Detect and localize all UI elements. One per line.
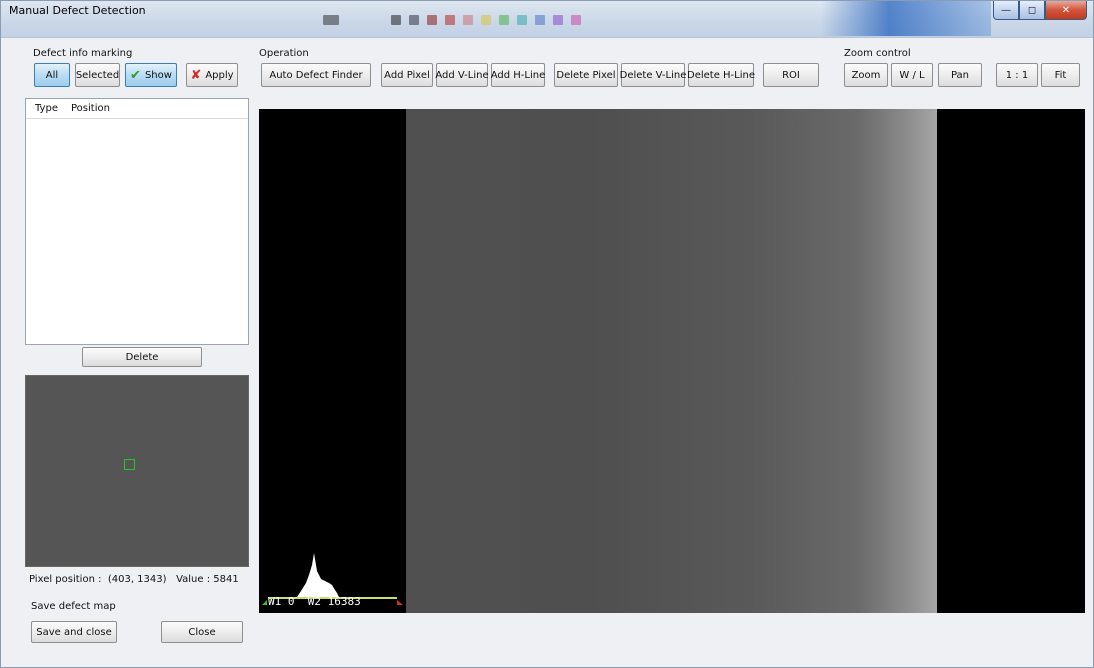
maximize-icon: ◻ <box>1027 4 1037 16</box>
selected-button-label: Selected <box>75 69 120 81</box>
main-window: Manual Defect Detection — ◻ ✕ Defect inf… <box>0 0 1094 668</box>
delete-vline-label: Delete V-Line <box>619 69 687 81</box>
roi-button[interactable]: ROI <box>763 63 819 87</box>
taskbar-decoration <box>553 15 563 25</box>
close-button-label: Close <box>188 626 216 638</box>
fit-label: Fit <box>1054 69 1067 81</box>
title-bar: Manual Defect Detection — ◻ ✕ <box>1 1 1093 38</box>
taskbar-decoration <box>571 15 581 25</box>
minimize-icon: — <box>1001 4 1011 16</box>
image-viewer[interactable]: W1 0 W2 16383 <box>259 109 1085 613</box>
roi-label: ROI <box>782 69 800 81</box>
add-pixel-button[interactable]: Add Pixel <box>381 63 433 87</box>
delete-vline-button[interactable]: Delete V-Line <box>619 63 687 87</box>
pixel-position-label: Pixel position : <box>29 574 102 585</box>
detector-image[interactable] <box>406 109 937 613</box>
taskbar-decoration <box>323 15 339 25</box>
zoom-label: Zoom <box>851 69 881 81</box>
pixel-value-label: Value : <box>176 574 211 585</box>
histogram-curve <box>297 553 339 597</box>
delete-pixel-label: Delete Pixel <box>556 69 616 81</box>
close-button[interactable]: Close <box>161 621 243 643</box>
taskbar-decoration <box>517 15 527 25</box>
taskbar-decoration <box>391 15 401 25</box>
show-button-label: Show <box>144 69 172 81</box>
taskbar-decoration <box>535 15 545 25</box>
add-hline-label: Add H-Line <box>490 69 546 81</box>
pan-button[interactable]: Pan <box>938 63 982 87</box>
one-to-one-label: 1 : 1 <box>1005 69 1029 81</box>
taskbar-decoration <box>445 15 455 25</box>
taskbar-decoration <box>463 15 473 25</box>
fit-button[interactable]: Fit <box>1041 63 1080 87</box>
all-button[interactable]: All <box>34 63 70 87</box>
defect-list[interactable]: Type Position <box>25 98 249 345</box>
minimize-button[interactable]: — <box>993 1 1019 20</box>
window-title: Manual Defect Detection <box>9 4 146 17</box>
add-vline-button[interactable]: Add V-Line <box>435 63 489 87</box>
delete-pixel-button[interactable]: Delete Pixel <box>554 63 618 87</box>
close-icon: ✕ <box>1061 4 1071 16</box>
window-high-handle[interactable] <box>397 600 403 605</box>
zoom-control-group-label: Zoom control <box>844 48 911 59</box>
save-defect-map-group-label: Save defect map <box>31 601 116 612</box>
window-controls: — ◻ ✕ <box>993 1 1087 21</box>
pixel-position-value: (403, 1343) <box>107 574 167 585</box>
auto-defect-finder-label: Auto Defect Finder <box>269 69 363 81</box>
cross-icon: ✘ <box>190 67 202 83</box>
check-icon: ✔ <box>130 67 141 83</box>
save-and-close-button[interactable]: Save and close <box>31 621 117 643</box>
taskbar-decoration <box>481 15 491 25</box>
zoom-button[interactable]: Zoom <box>844 63 888 87</box>
delete-button[interactable]: Delete <box>82 347 202 367</box>
taskbar-decoration <box>499 15 509 25</box>
delete-hline-label: Delete H-Line <box>687 69 756 81</box>
all-button-label: All <box>45 69 59 81</box>
defect-info-group-label: Defect info marking <box>33 48 133 59</box>
save-and-close-label: Save and close <box>36 626 112 638</box>
taskbar-decoration <box>409 15 419 25</box>
show-button[interactable]: ✔ Show <box>125 63 177 87</box>
defect-list-header: Type Position <box>26 99 248 119</box>
column-header-position[interactable]: Position <box>71 103 110 114</box>
pan-label: Pan <box>950 69 970 81</box>
maximize-button[interactable]: ◻ <box>1019 1 1045 20</box>
window-level-button[interactable]: W / L <box>891 63 933 87</box>
pixel-info: Pixel position : (403, 1343) Value : 584… <box>29 574 239 585</box>
title-glow <box>821 1 991 36</box>
window-low-handle[interactable] <box>262 600 267 605</box>
window-level-readout: W1 0 W2 16383 <box>268 595 361 608</box>
delete-button-label: Delete <box>125 351 159 363</box>
apply-button-label: Apply <box>205 69 234 81</box>
auto-defect-finder-button[interactable]: Auto Defect Finder <box>261 63 371 87</box>
window-level-label: W / L <box>899 69 925 81</box>
delete-hline-button[interactable]: Delete H-Line <box>687 63 756 87</box>
view-region-marker[interactable] <box>124 459 135 470</box>
one-to-one-button[interactable]: 1 : 1 <box>996 63 1038 87</box>
column-header-type[interactable]: Type <box>26 103 71 114</box>
add-hline-button[interactable]: Add H-Line <box>491 63 545 87</box>
navigator-thumbnail[interactable] <box>25 375 249 567</box>
pixel-value: 5841 <box>213 574 239 585</box>
close-window-button[interactable]: ✕ <box>1045 1 1087 20</box>
taskbar-decoration <box>427 15 437 25</box>
selected-button[interactable]: Selected <box>75 63 120 87</box>
apply-button[interactable]: ✘ Apply <box>186 63 238 87</box>
operation-group-label: Operation <box>259 48 309 59</box>
add-pixel-label: Add Pixel <box>384 69 430 81</box>
add-vline-label: Add V-Line <box>435 69 489 81</box>
